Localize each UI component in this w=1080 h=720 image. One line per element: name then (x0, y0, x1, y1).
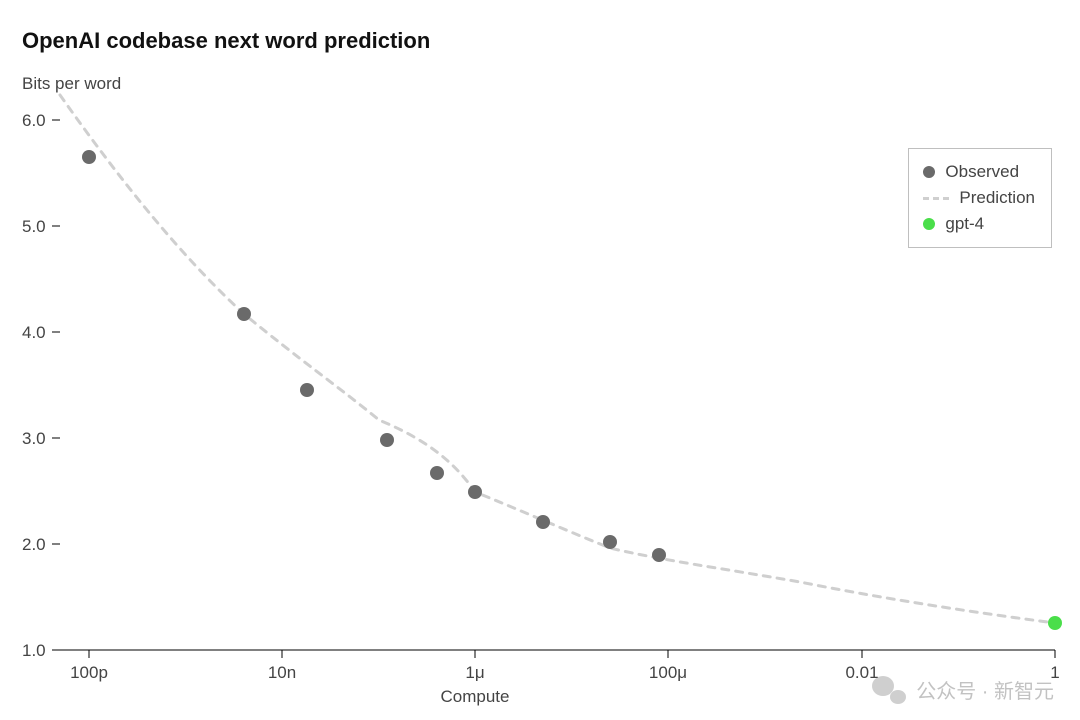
dot-icon (923, 166, 935, 178)
y-axis: 6.0 5.0 4.0 3.0 2.0 1.0 (22, 111, 60, 660)
xtick-100p: 100p (70, 663, 108, 682)
ytick-3: 3.0 (22, 429, 46, 448)
x-axis: 100p 10n 1μ 100μ 0.01 1 Compute (70, 650, 1060, 706)
xtick-1u: 1μ (465, 663, 484, 682)
ytick-1: 1.0 (22, 641, 46, 660)
ytick-6: 6.0 (22, 111, 46, 130)
dot-icon (923, 218, 935, 230)
ytick-2: 2.0 (22, 535, 46, 554)
legend: Observed Prediction gpt-4 (908, 148, 1052, 248)
ytick-4: 4.0 (22, 323, 46, 342)
xtick-1: 1 (1050, 663, 1059, 682)
chart-svg: 6.0 5.0 4.0 3.0 2.0 1.0 100p 10n 1μ 100μ… (0, 0, 1080, 720)
legend-label-prediction: Prediction (959, 185, 1035, 211)
legend-label-observed: Observed (945, 159, 1019, 185)
dash-icon (923, 197, 949, 200)
gpt4-point (1048, 616, 1062, 630)
observed-points (82, 150, 666, 562)
xtick-100u: 100μ (649, 663, 687, 682)
xtick-0p01: 0.01 (845, 663, 878, 682)
legend-observed: Observed (923, 159, 1035, 185)
legend-prediction: Prediction (923, 185, 1035, 211)
chart-container: OpenAI codebase next word prediction Bit… (0, 0, 1080, 720)
legend-label-gpt4: gpt-4 (945, 211, 984, 237)
ytick-5: 5.0 (22, 217, 46, 236)
x-axis-label: Compute (441, 687, 510, 706)
legend-gpt4: gpt-4 (923, 211, 1035, 237)
prediction-curve (60, 95, 1055, 623)
xtick-10n: 10n (268, 663, 296, 682)
